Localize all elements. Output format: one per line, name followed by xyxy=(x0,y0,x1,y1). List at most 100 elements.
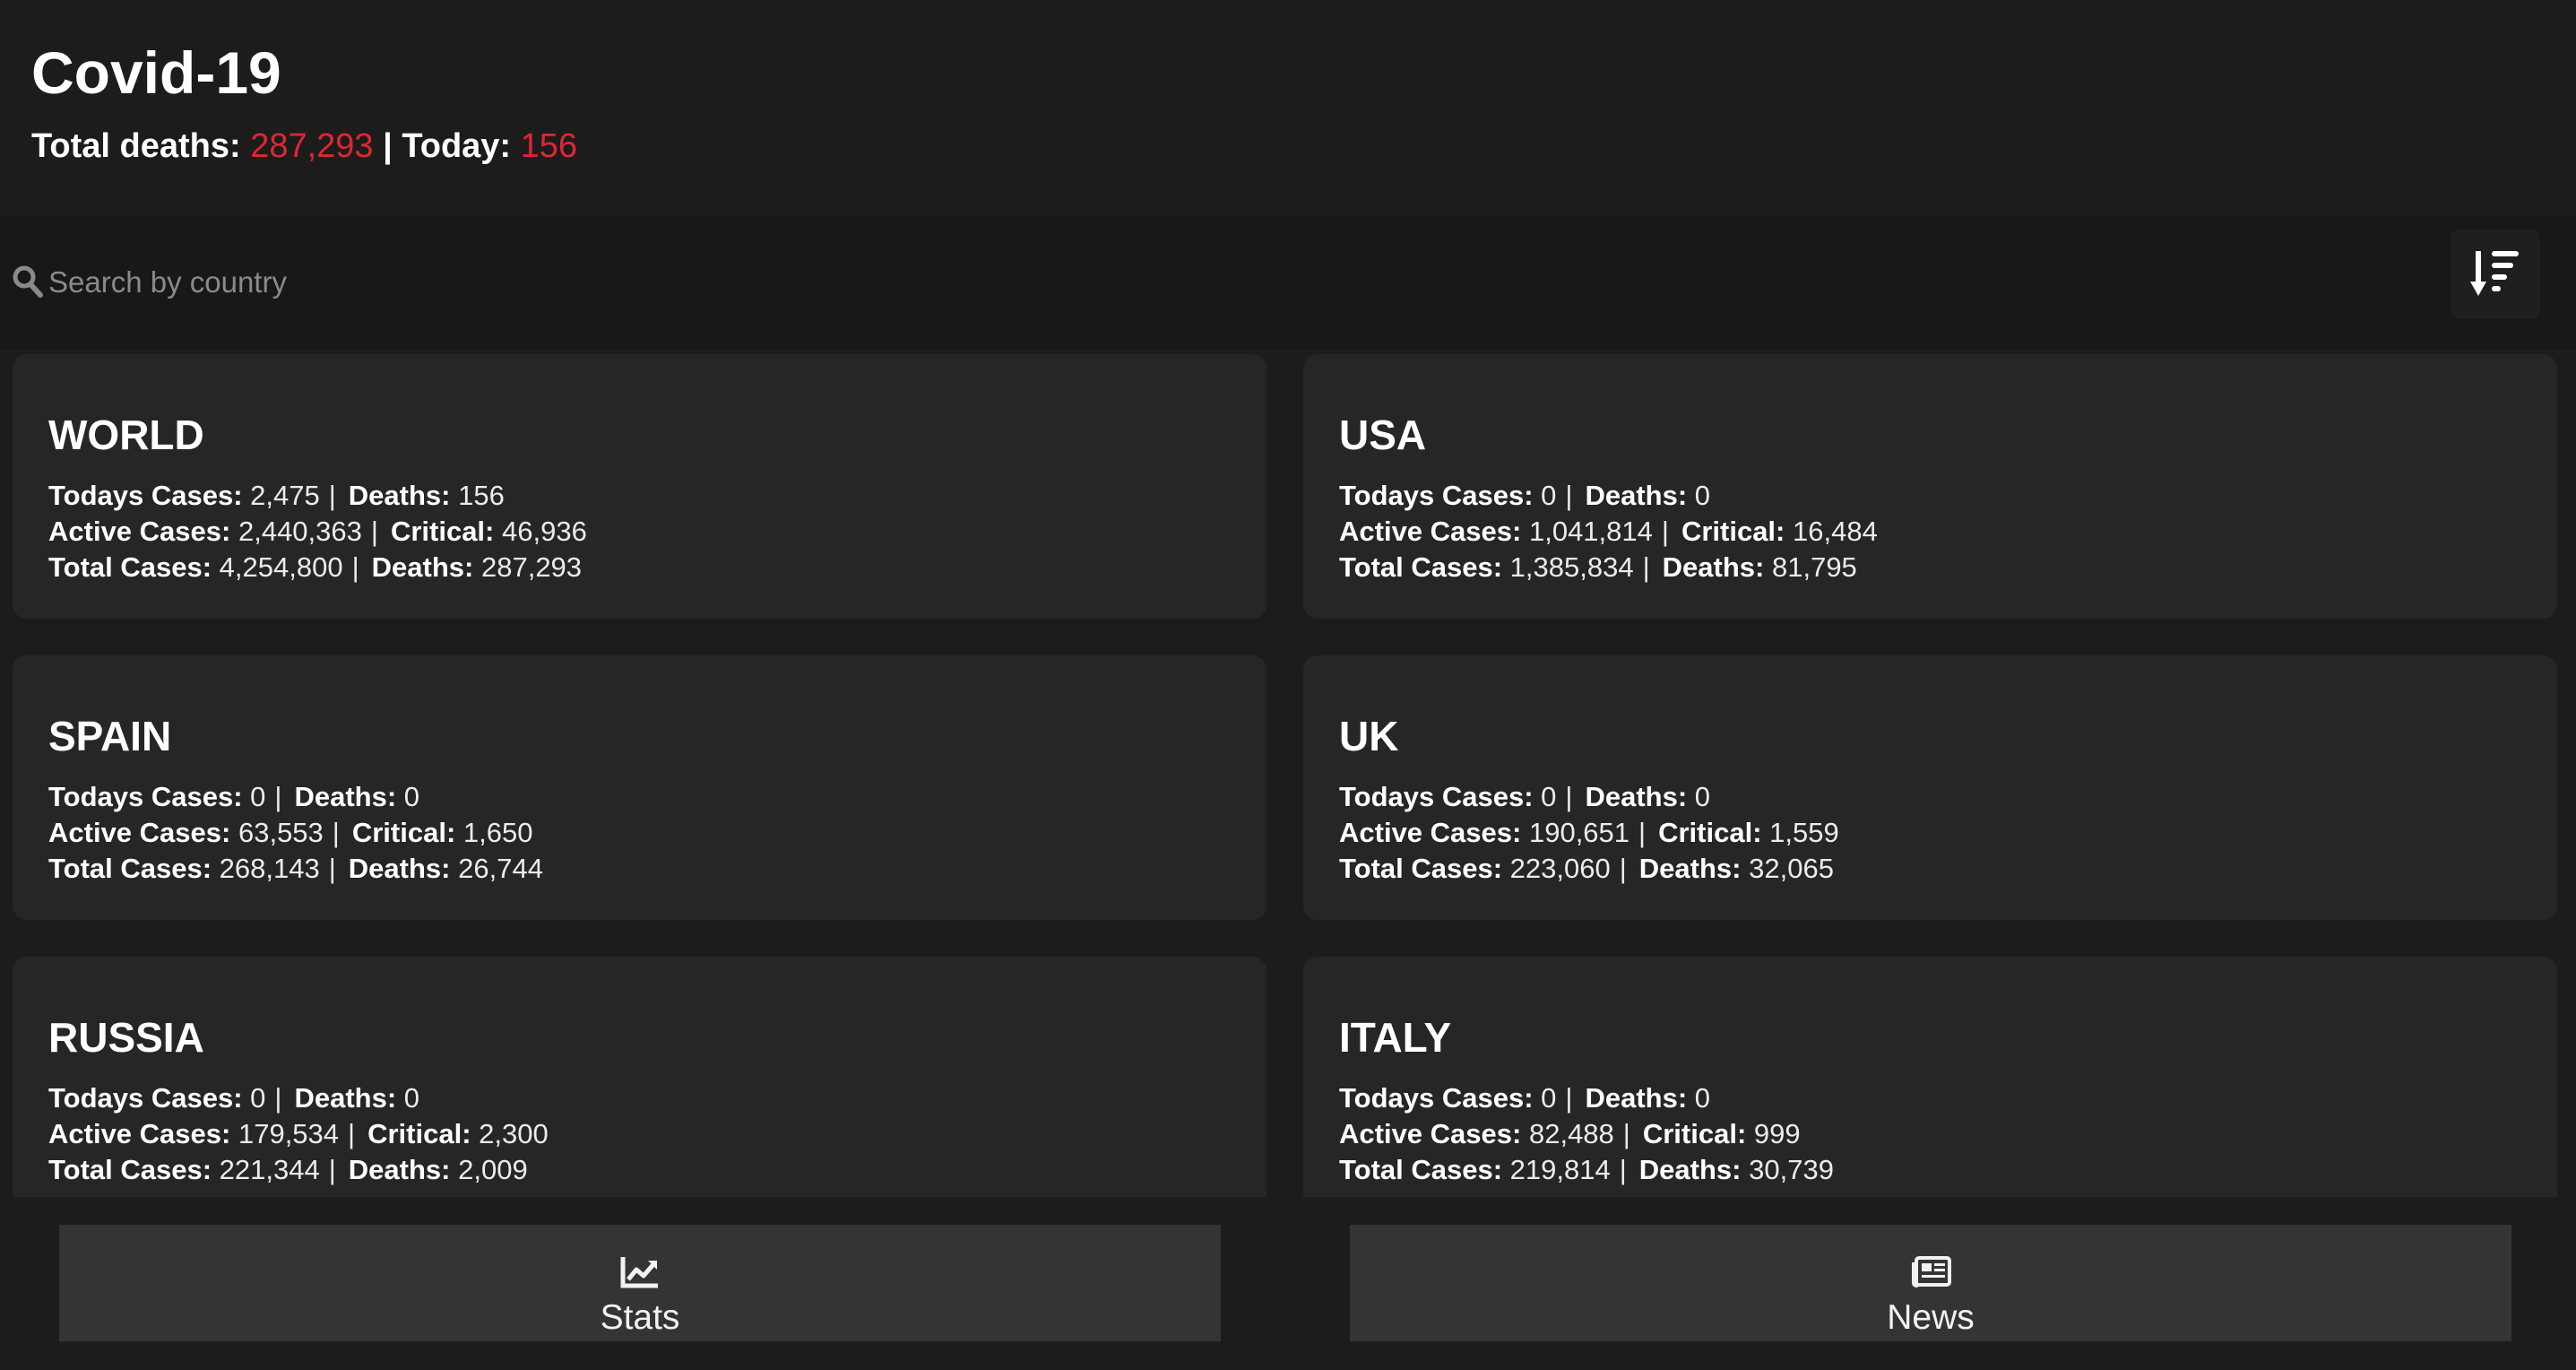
country-name: WORLD xyxy=(48,412,204,458)
active-cases-value: 1,041,814 xyxy=(1528,516,1653,547)
search-input[interactable] xyxy=(48,260,1124,305)
active-stats-line: Active Cases: 82,488 | Critical: 999 xyxy=(1339,1116,1834,1152)
summary-separator: | xyxy=(383,127,393,165)
country-list: WORLD Todays Cases: 2,475 | Deaths: 156 Ac… xyxy=(0,350,2576,1197)
total-deaths-value: 287,293 xyxy=(250,127,374,165)
todays-cases-label: Todays Cases: xyxy=(1339,1082,1534,1114)
active-stats-line: Active Cases: 63,553 | Critical: 1,650 xyxy=(48,815,543,851)
news-label: News xyxy=(1887,1298,1975,1337)
country-stats: Todays Cases: 0 | Deaths: 0 Active Cases: … xyxy=(1339,779,1839,887)
today-stats-line: Todays Cases: 2,475 | Deaths: 156 xyxy=(48,478,587,514)
active-cases-label: Active Cases: xyxy=(48,817,231,848)
separator: | xyxy=(370,516,378,547)
today-stats-line: Todays Cases: 0 | Deaths: 0 xyxy=(48,779,543,815)
country-card-spain[interactable]: SPAIN Todays Cases: 0 | Deaths: 0 Active C… xyxy=(13,655,1266,920)
active-cases-value: 63,553 xyxy=(238,817,324,848)
critical-value: 46,936 xyxy=(502,516,587,547)
sort-descending-icon xyxy=(2470,251,2519,296)
todays-cases-value: 0 xyxy=(1541,781,1557,812)
country-stats: Todays Cases: 0 | Deaths: 0 Active Cases: … xyxy=(48,779,543,887)
active-stats-line: Active Cases: 2,440,363 | Critical: 46,936 xyxy=(48,514,587,550)
today-stats-line: Todays Cases: 0 | Deaths: 0 xyxy=(48,1080,549,1116)
country-card-russia[interactable]: RUSSIA Todays Cases: 0 | Deaths: 0 Active … xyxy=(13,957,1266,1197)
today-stats-line: Todays Cases: 0 | Deaths: 0 xyxy=(1339,478,1878,514)
app: Covid-19 Total deaths: 287,293 | Today: … xyxy=(0,0,2576,1370)
active-cases-value: 2,440,363 xyxy=(238,516,362,547)
total-deaths-label: Total deaths: xyxy=(31,127,241,165)
todays-cases-value: 0 xyxy=(250,781,266,812)
total-cases-value: 1,385,834 xyxy=(1509,551,1634,583)
country-name: SPAIN xyxy=(48,713,172,759)
search-icon xyxy=(13,265,43,298)
country-stats: Todays Cases: 2,475 | Deaths: 156 Active C… xyxy=(48,478,587,585)
total-deaths-label: Deaths: xyxy=(348,853,451,884)
total-cases-value: 223,060 xyxy=(1509,853,1611,884)
total-cases-label: Total Cases: xyxy=(1339,551,1503,583)
separator: | xyxy=(1642,551,1650,583)
active-cases-value: 82,488 xyxy=(1528,1118,1614,1149)
active-cases-label: Active Cases: xyxy=(1339,516,1522,547)
critical-label: Critical: xyxy=(1681,516,1785,547)
separator: | xyxy=(332,817,340,848)
separator: | xyxy=(1638,817,1647,848)
todays-deaths-label: Deaths: xyxy=(1585,781,1688,812)
total-cases-label: Total Cases: xyxy=(48,551,212,583)
total-deaths-value: 287,293 xyxy=(480,551,583,583)
separator: | xyxy=(348,1118,356,1149)
header: Covid-19 Total deaths: 287,293 | Today: … xyxy=(0,0,2576,215)
todays-cases-label: Todays Cases: xyxy=(48,1082,243,1114)
total-stats-line: Total Cases: 223,060 | Deaths: 32,065 xyxy=(1339,851,1839,887)
total-cases-value: 4,254,800 xyxy=(219,551,343,583)
news-button[interactable]: News xyxy=(1350,1225,2511,1341)
newspaper-icon xyxy=(1911,1255,1951,1289)
total-deaths-label: Deaths: xyxy=(1662,551,1765,583)
todays-cases-value: 0 xyxy=(1541,480,1557,511)
country-name: USA xyxy=(1339,412,1427,458)
today-label: Today: xyxy=(402,127,512,165)
separator: | xyxy=(1565,480,1573,511)
todays-deaths-label: Deaths: xyxy=(1585,1082,1688,1114)
today-value: 156 xyxy=(520,127,578,165)
total-deaths-label: Deaths: xyxy=(1638,853,1742,884)
todays-cases-label: Todays Cases: xyxy=(48,781,243,812)
total-deaths-value: 30,739 xyxy=(1749,1154,1834,1185)
country-stats: Todays Cases: 0 | Deaths: 0 Active Cases: … xyxy=(48,1080,549,1188)
sort-button[interactable] xyxy=(2451,230,2540,319)
todays-deaths-label: Deaths: xyxy=(348,480,451,511)
country-name: UK xyxy=(1339,713,1399,759)
total-cases-value: 219,814 xyxy=(1509,1154,1611,1185)
critical-value: 2,300 xyxy=(479,1118,549,1149)
total-deaths-label: Deaths: xyxy=(371,551,474,583)
country-card-world[interactable]: WORLD Todays Cases: 2,475 | Deaths: 156 Ac… xyxy=(13,354,1266,619)
separator: | xyxy=(328,1154,336,1185)
country-name: RUSSIA xyxy=(48,1014,204,1061)
total-stats-line: Total Cases: 4,254,800 | Deaths: 287,293 xyxy=(48,550,587,585)
separator: | xyxy=(328,853,336,884)
stats-label: Stats xyxy=(600,1298,680,1337)
separator: | xyxy=(1619,853,1627,884)
separator: | xyxy=(274,1082,282,1114)
total-deaths-value: 26,744 xyxy=(458,853,543,884)
total-cases-label: Total Cases: xyxy=(48,853,212,884)
today-stats-line: Todays Cases: 0 | Deaths: 0 xyxy=(1339,1080,1834,1116)
total-deaths-label: Deaths: xyxy=(1638,1154,1742,1185)
active-cases-value: 190,651 xyxy=(1528,817,1630,848)
active-cases-label: Active Cases: xyxy=(1339,1118,1522,1149)
critical-label: Critical: xyxy=(1658,817,1762,848)
todays-cases-label: Todays Cases: xyxy=(48,480,243,511)
country-card-usa[interactable]: USA Todays Cases: 0 | Deaths: 0 Active Cas… xyxy=(1303,354,2557,619)
total-deaths-value: 32,065 xyxy=(1749,853,1834,884)
stats-button[interactable]: Stats xyxy=(59,1225,1221,1341)
country-card-italy[interactable]: ITALY Todays Cases: 0 | Deaths: 0 Active C… xyxy=(1303,957,2557,1197)
death-summary: Total deaths: 287,293 | Today: 156 xyxy=(31,124,577,169)
separator: | xyxy=(1622,1118,1630,1149)
todays-deaths-label: Deaths: xyxy=(294,1082,397,1114)
total-cases-label: Total Cases: xyxy=(1339,1154,1503,1185)
separator: | xyxy=(274,781,282,812)
active-stats-line: Active Cases: 179,534 | Critical: 2,300 xyxy=(48,1116,549,1152)
active-cases-label: Active Cases: xyxy=(48,516,231,547)
todays-deaths-label: Deaths: xyxy=(294,781,397,812)
todays-deaths-value: 0 xyxy=(1694,480,1711,511)
country-card-uk[interactable]: UK Todays Cases: 0 | Deaths: 0 Active Case… xyxy=(1303,655,2557,920)
total-stats-line: Total Cases: 1,385,834 | Deaths: 81,795 xyxy=(1339,550,1878,585)
